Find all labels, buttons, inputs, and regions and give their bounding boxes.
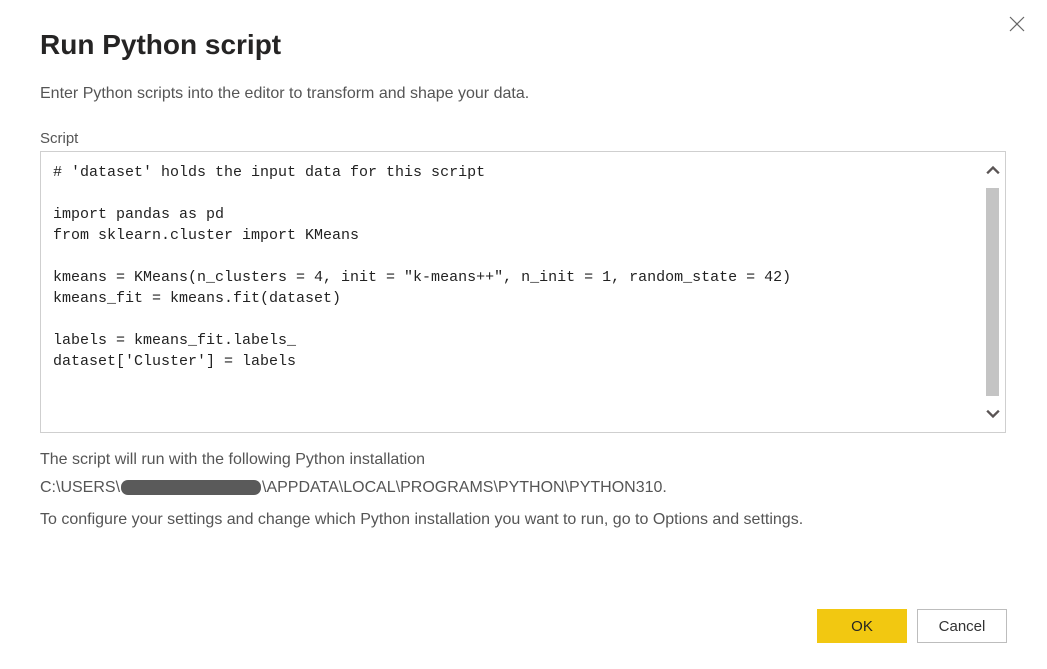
settings-note: To configure your settings and change wh… [40,509,1007,531]
scroll-down-button[interactable] [980,400,1005,426]
install-path-suffix: \APPDATA\LOCAL\PROGRAMS\PYTHON\PYTHON310… [262,477,667,499]
script-label: Script [40,130,1007,147]
chevron-down-icon [986,406,1000,420]
install-path: C:\USERS\ \APPDATA\LOCAL\PROGRAMS\PYTHON… [40,477,1007,499]
ok-button[interactable]: OK [817,609,907,643]
scrollbar-thumb[interactable] [986,188,999,396]
script-scrollbar[interactable] [979,152,1005,432]
script-editor: # 'dataset' holds the input data for thi… [40,151,1006,433]
scroll-up-button[interactable] [980,158,1005,184]
install-note: The script will run with the following P… [40,449,1007,471]
close-button[interactable] [1005,12,1029,36]
dialog-title: Run Python script [40,28,1007,62]
run-python-script-dialog: Run Python script Enter Python scripts i… [0,0,1047,669]
chevron-up-icon [986,164,1000,178]
dialog-buttons: OK Cancel [817,609,1007,643]
script-textarea[interactable]: # 'dataset' holds the input data for thi… [41,152,979,432]
close-icon [1009,16,1025,32]
dialog-subtitle: Enter Python scripts into the editor to … [40,84,1007,105]
cancel-button[interactable]: Cancel [917,609,1007,643]
redacted-username [121,480,261,495]
install-path-prefix: C:\USERS\ [40,477,120,499]
